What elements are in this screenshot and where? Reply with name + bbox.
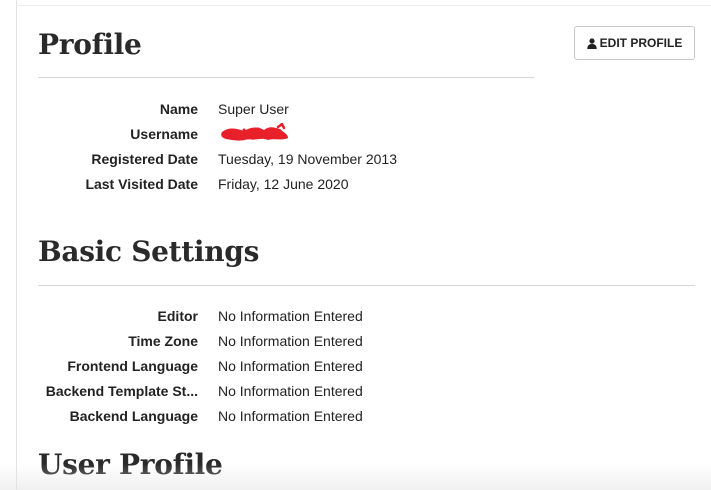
profile-divider <box>38 77 534 78</box>
settings-row-frontend-language: Frontend Language No Information Entered <box>38 353 458 378</box>
profile-row-last-visited-date: Last Visited Date Friday, 12 June 2020 <box>38 171 458 196</box>
field-value-username <box>218 122 292 145</box>
profile-details: Name Super User Username Registered Date… <box>38 96 458 196</box>
field-value-name: Super User <box>218 100 289 117</box>
basic-settings-heading: Basic Settings <box>38 235 260 268</box>
profile-row-registered-date: Registered Date Tuesday, 19 November 201… <box>38 146 458 171</box>
basic-settings-details: Editor No Information Entered Time Zone … <box>38 303 458 428</box>
field-value-time-zone: No Information Entered <box>218 332 363 349</box>
settings-row-time-zone: Time Zone No Information Entered <box>38 328 458 353</box>
settings-row-backend-template-style: Backend Template St... No Information En… <box>38 378 458 403</box>
field-label-registered-date: Registered Date <box>91 150 198 167</box>
field-label-backend-template-style: Backend Template St... <box>45 382 198 399</box>
user-icon <box>586 37 597 49</box>
edit-profile-button[interactable]: EDIT PROFILE <box>574 26 695 60</box>
edit-profile-label: EDIT PROFILE <box>599 36 683 50</box>
profile-row-name: Name Super User <box>38 96 458 121</box>
settings-row-backend-language: Backend Language No Information Entered <box>38 403 458 428</box>
field-label-frontend-language: Frontend Language <box>67 357 198 374</box>
field-value-editor: No Information Entered <box>218 307 363 324</box>
field-value-registered-date: Tuesday, 19 November 2013 <box>218 150 397 167</box>
field-label-editor: Editor <box>157 307 198 324</box>
content-left-border <box>16 0 17 490</box>
field-value-backend-language: No Information Entered <box>218 407 363 424</box>
basic-settings-divider <box>38 285 695 286</box>
field-value-frontend-language: No Information Entered <box>218 357 363 374</box>
field-value-backend-template-style: No Information Entered <box>218 382 363 399</box>
username-redaction-scribble <box>221 122 288 141</box>
content-top-border <box>16 5 711 6</box>
field-label-username: Username <box>130 125 198 142</box>
field-label-backend-language: Backend Language <box>69 407 198 424</box>
field-label-time-zone: Time Zone <box>128 332 198 349</box>
field-value-last-visited-date: Friday, 12 June 2020 <box>218 175 349 192</box>
profile-row-username: Username <box>38 121 458 146</box>
field-label-name: Name <box>159 100 198 117</box>
field-label-last-visited-date: Last Visited Date <box>85 175 198 192</box>
user-profile-heading: User Profile <box>38 448 223 481</box>
settings-row-editor: Editor No Information Entered <box>38 303 458 328</box>
profile-heading: Profile <box>38 28 142 61</box>
